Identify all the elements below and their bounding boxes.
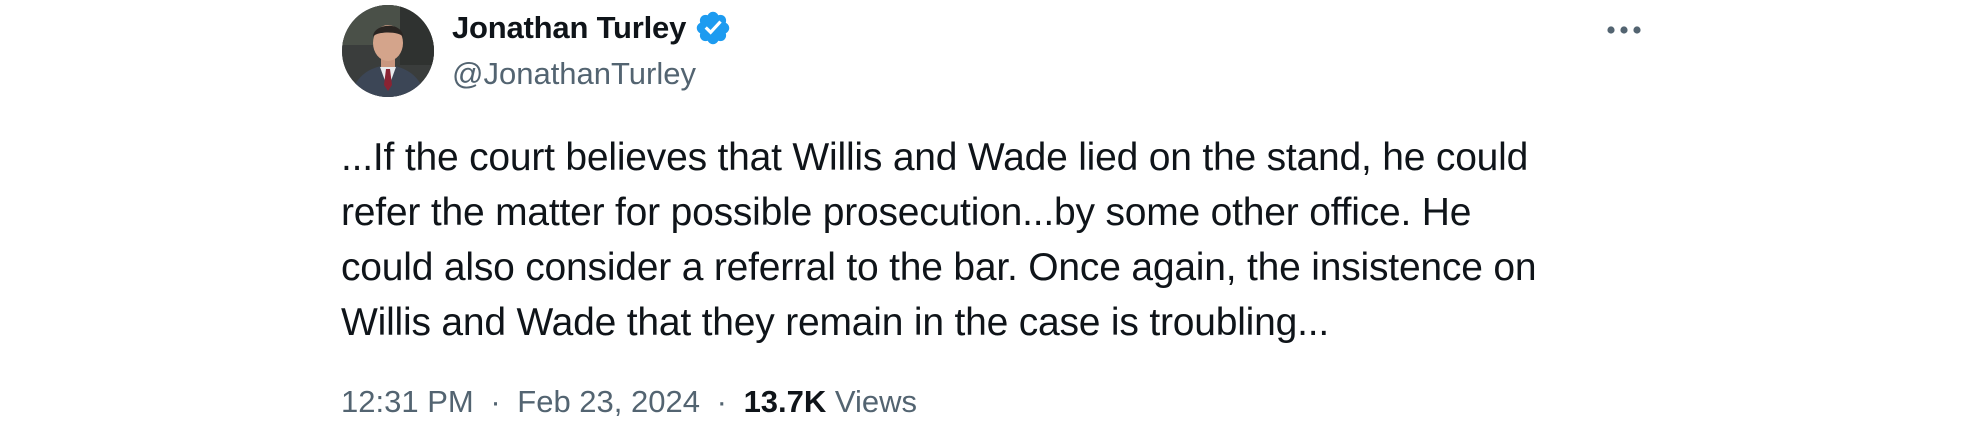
author-handle[interactable]: @JonathanTurley	[452, 52, 732, 96]
views-label[interactable]: Views	[835, 384, 917, 419]
views-count[interactable]: 13.7K	[744, 384, 827, 419]
tweet-card: Jonathan Turley @JonathanTurley ...If th…	[0, 0, 1986, 436]
more-horizontal-icon	[1607, 26, 1641, 34]
tweet-time[interactable]: 12:31 PM	[341, 384, 474, 419]
avatar[interactable]	[342, 5, 434, 97]
author-display-name[interactable]: Jonathan Turley	[452, 6, 686, 50]
meta-separator: ·	[490, 384, 501, 419]
more-options-button[interactable]	[1600, 12, 1648, 48]
tweet-text: ...If the court believes that Willis and…	[341, 136, 1537, 344]
tweet-date[interactable]: Feb 23, 2024	[517, 384, 700, 419]
meta-separator: ·	[716, 384, 727, 419]
tweet-metadata: 12:31 PM · Feb 23, 2024 · 13.7K Views	[341, 380, 917, 424]
person-portrait-avatar-icon	[342, 5, 434, 97]
author-name-row: Jonathan Turley	[452, 6, 732, 50]
author-block: Jonathan Turley @JonathanTurley	[452, 6, 732, 96]
verified-badge-icon	[694, 9, 732, 47]
